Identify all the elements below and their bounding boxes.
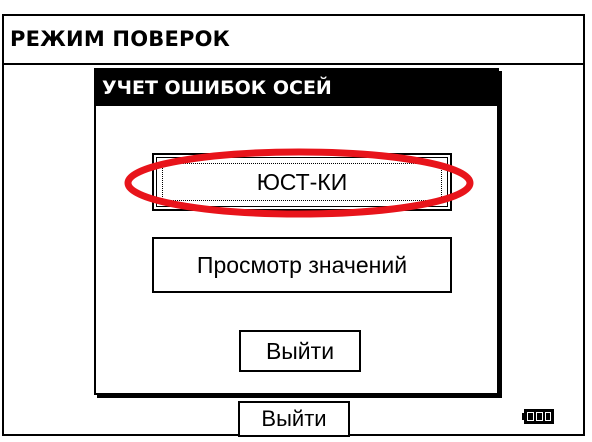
dialog-title: УЧЕТ ОШИБОК ОСЕЙ — [96, 70, 497, 106]
focus-indicator — [162, 163, 442, 201]
exit-button[interactable]: Выйти — [238, 401, 350, 437]
axis-error-dialog: УЧЕТ ОШИБОК ОСЕЙ ЮСТ-КИ Просмотр значени… — [94, 68, 499, 395]
device-screen: РЕЖИМ ПОВЕРОК Выйти УЧЕТ ОШИБОК ОСЕЙ ЮСТ… — [0, 0, 592, 442]
dialog-exit-button[interactable]: Выйти — [239, 330, 361, 372]
adjustment-button[interactable]: ЮСТ-КИ — [152, 153, 452, 211]
battery-icon — [522, 409, 554, 424]
view-values-button[interactable]: Просмотр значений — [152, 237, 452, 293]
page-title: РЕЖИМ ПОВЕРОК — [4, 16, 583, 65]
